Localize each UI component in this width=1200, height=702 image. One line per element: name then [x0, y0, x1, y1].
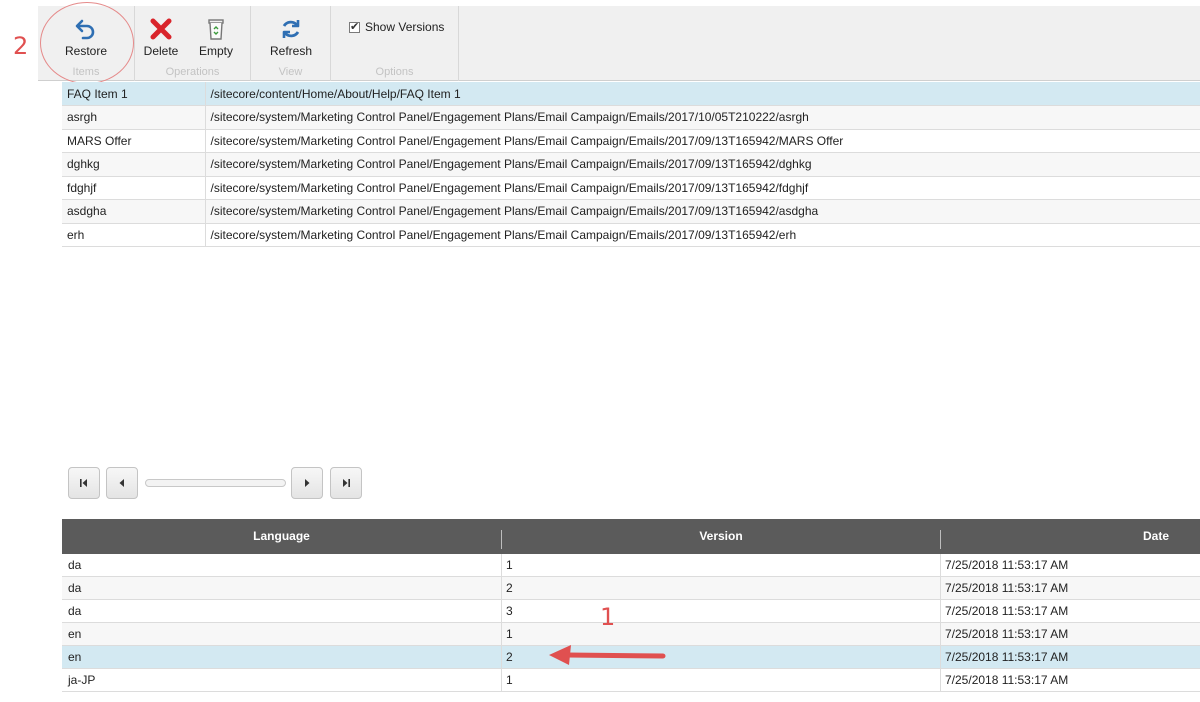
cell-divider [501, 646, 502, 669]
cell-version: 2 [506, 650, 513, 664]
ribbon-group-options: Show Versions Options [331, 6, 459, 81]
list-item[interactable]: erh /sitecore/system/Marketing Control P… [62, 223, 1200, 247]
item-name: asrgh [62, 105, 206, 130]
list-item[interactable]: MARS Offer /sitecore/system/Marketing Co… [62, 129, 1200, 153]
delete-button[interactable]: Delete [132, 14, 190, 58]
last-page-button[interactable] [330, 467, 362, 499]
cell-language: da [68, 604, 82, 618]
cell-divider [501, 600, 502, 623]
show-versions-label: Show Versions [365, 20, 445, 34]
cell-language: da [68, 581, 82, 595]
cell-divider [940, 554, 941, 577]
ribbon-toolbar: Restore Items Delete Empty Operations Re… [38, 6, 1200, 81]
cell-version: 1 [506, 673, 513, 687]
archived-items-list: FAQ Item 1 /sitecore/content/Home/About/… [62, 82, 1200, 247]
list-item[interactable]: fdghjf /sitecore/system/Marketing Contro… [62, 176, 1200, 200]
cell-version: 1 [506, 558, 513, 572]
refresh-arrows-icon [282, 20, 300, 38]
group-label-options: Options [375, 66, 414, 78]
first-page-button[interactable] [68, 467, 100, 499]
item-name: MARS Offer [62, 129, 206, 153]
refresh-button[interactable]: Refresh [262, 14, 320, 58]
refresh-label: Refresh [269, 44, 313, 58]
table-row[interactable]: da 1 7/25/2018 11:53:17 AM [62, 554, 1200, 577]
red-x-icon [150, 18, 172, 40]
cell-language: ja-JP [68, 673, 96, 687]
item-path: /sitecore/system/Marketing Control Panel… [205, 223, 1200, 247]
cell-divider [940, 669, 941, 692]
annotation-number-2: 2 [13, 32, 29, 60]
first-page-icon [80, 479, 87, 487]
item-path: /sitecore/system/Marketing Control Panel… [205, 152, 1200, 177]
ribbon-group-operations: Delete Empty Operations [135, 6, 251, 81]
cell-date: 7/25/2018 11:53:17 AM [945, 673, 1069, 687]
item-path: /sitecore/system/Marketing Control Panel… [205, 129, 1200, 153]
item-path: /sitecore/system/Marketing Control Panel… [205, 105, 1200, 130]
table-row[interactable]: da 3 7/25/2018 11:53:17 AM [62, 600, 1200, 623]
ribbon-group-items: Restore Items [38, 6, 135, 81]
cell-version: 1 [506, 627, 513, 641]
prev-page-button[interactable] [106, 467, 138, 499]
item-name: fdghjf [62, 176, 206, 200]
item-name: dghkg [62, 152, 206, 177]
undo-arrow-icon [75, 19, 95, 40]
last-page-icon [343, 479, 350, 487]
cell-language: en [68, 650, 82, 664]
cell-version: 3 [506, 604, 513, 618]
cell-divider [501, 577, 502, 600]
restore-button[interactable]: Restore [57, 14, 115, 58]
restore-label: Restore [64, 44, 108, 58]
empty-label: Empty [198, 44, 233, 58]
item-name: FAQ Item 1 [62, 82, 206, 106]
list-item[interactable]: FAQ Item 1 /sitecore/content/Home/About/… [62, 82, 1200, 106]
group-label-operations: Operations [165, 66, 220, 78]
checkbox-checked-icon[interactable] [349, 20, 360, 33]
column-header-version[interactable]: Version [502, 519, 940, 554]
cell-date: 7/25/2018 11:53:17 AM [945, 558, 1069, 572]
delete-label: Delete [143, 44, 179, 58]
annotation-number-1: 1 [600, 603, 616, 631]
show-versions-checkbox[interactable]: Show Versions [349, 20, 444, 34]
cell-divider [940, 577, 941, 600]
ribbon-group-view: Refresh View [251, 6, 331, 81]
cell-divider [501, 554, 502, 577]
cell-version: 2 [506, 581, 513, 595]
cell-date: 7/25/2018 11:53:17 AM [945, 604, 1069, 618]
empty-button[interactable]: Empty [187, 14, 245, 58]
cell-language: da [68, 558, 82, 572]
table-row[interactable]: da 2 7/25/2018 11:53:17 AM [62, 577, 1200, 600]
cell-divider [501, 669, 502, 692]
cell-date: 7/25/2018 11:53:17 AM [945, 627, 1069, 641]
next-page-button[interactable] [291, 467, 323, 499]
recycle-bin-icon [208, 19, 224, 40]
item-name: erh [62, 223, 206, 247]
pager-slider[interactable] [145, 479, 286, 487]
column-header-date[interactable]: Date [941, 519, 1200, 554]
column-header-language[interactable]: Language [62, 519, 501, 554]
cell-language: en [68, 627, 82, 641]
versions-table-header: Language Version Date [62, 519, 1200, 554]
table-row[interactable]: ja-JP 1 7/25/2018 11:53:17 AM [62, 669, 1200, 692]
annotation-arrow-icon [549, 645, 666, 665]
group-label-view: View [278, 66, 303, 78]
cell-divider [501, 623, 502, 646]
cell-divider [940, 623, 941, 646]
cell-date: 7/25/2018 11:53:17 AM [945, 581, 1069, 595]
list-item[interactable]: asdgha /sitecore/system/Marketing Contro… [62, 199, 1200, 224]
item-path: /sitecore/system/Marketing Control Panel… [205, 176, 1200, 200]
group-label-items: Items [72, 66, 100, 78]
item-name: asdgha [62, 199, 206, 224]
item-path: /sitecore/content/Home/About/Help/FAQ It… [205, 82, 1200, 106]
cell-divider [940, 646, 941, 669]
prev-page-icon [119, 479, 124, 487]
cell-date: 7/25/2018 11:53:17 AM [945, 650, 1069, 664]
cell-divider [940, 600, 941, 623]
list-item[interactable]: asrgh /sitecore/system/Marketing Control… [62, 105, 1200, 130]
item-path: /sitecore/system/Marketing Control Panel… [205, 199, 1200, 224]
list-item[interactable]: dghkg /sitecore/system/Marketing Control… [62, 152, 1200, 177]
next-page-icon [305, 479, 310, 487]
